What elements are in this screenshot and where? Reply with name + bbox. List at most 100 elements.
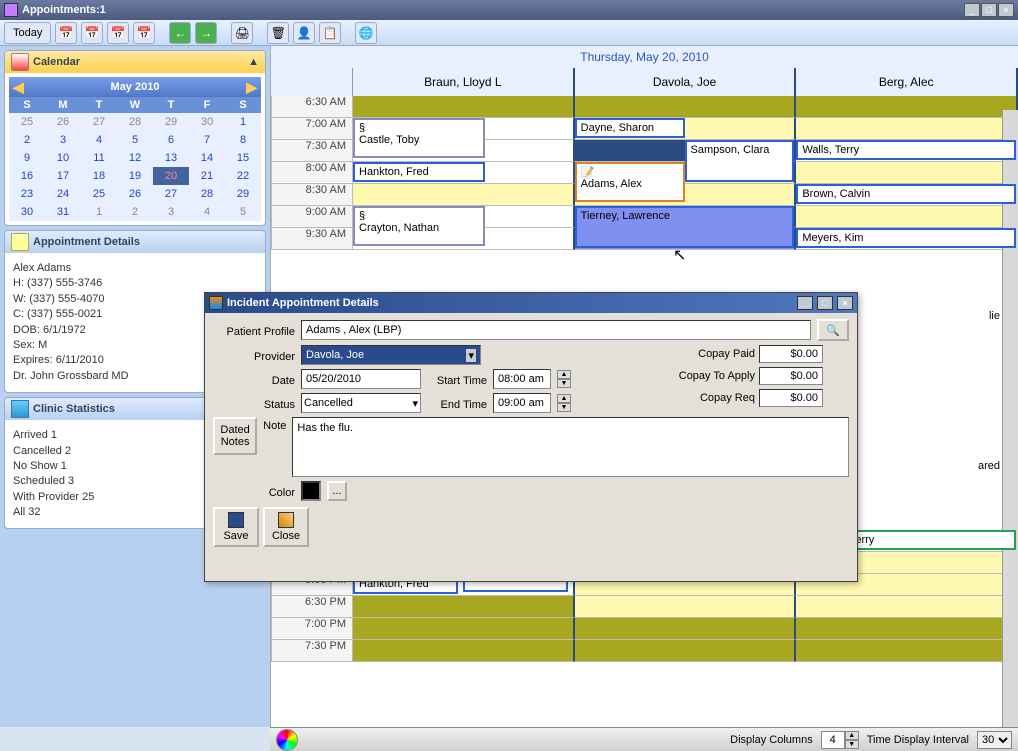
schedule-cell[interactable] <box>796 640 1018 662</box>
calendar-day[interactable]: 6 <box>153 131 189 149</box>
appointment-block[interactable]: Brown, Calvin <box>796 184 1016 204</box>
schedule-cell[interactable] <box>575 596 797 618</box>
schedule-cell[interactable] <box>575 640 797 662</box>
calendar-day[interactable]: 4 <box>81 131 117 149</box>
calendar-day[interactable]: 8 <box>225 131 261 149</box>
schedule-cell[interactable]: Tierney, Lawrence <box>575 206 797 228</box>
prev-month-button[interactable]: ◀ <box>13 79 24 96</box>
provider-column-header[interactable]: Braun, Lloyd L <box>353 68 575 96</box>
provider-select[interactable]: Davola, Joe▾ <box>301 345 481 365</box>
calendar-day[interactable]: 7 <box>189 131 225 149</box>
calendar-day[interactable]: 9 <box>9 149 45 167</box>
appointment-block[interactable]: 📝Adams, Alex <box>575 162 685 202</box>
calendar-day[interactable]: 31 <box>45 203 81 221</box>
calendar-day[interactable]: 30 <box>9 203 45 221</box>
copay-to-apply-field[interactable] <box>759 367 823 385</box>
status-select[interactable]: Cancelled▾ <box>301 393 421 413</box>
calendar-day[interactable]: 17 <box>45 167 81 185</box>
calendar-day[interactable]: 1 <box>81 203 117 221</box>
calendar-day[interactable]: 13 <box>153 149 189 167</box>
calendar-day[interactable]: 1 <box>225 113 261 131</box>
appointment-block[interactable]: §Crayton, Nathan <box>353 206 485 246</box>
calendar-day[interactable]: 28 <box>189 185 225 203</box>
view-workweek-button[interactable]: 📅 <box>81 22 103 44</box>
schedule-cell[interactable]: §Castle, Toby <box>353 118 575 140</box>
start-time-field[interactable] <box>493 369 551 389</box>
calendar-day[interactable]: 3 <box>45 131 81 149</box>
schedule-cell[interactable] <box>575 618 797 640</box>
calendar-day[interactable]: 27 <box>81 113 117 131</box>
next-month-button[interactable]: ▶ <box>246 79 257 96</box>
schedule-cell[interactable]: Sampson, Clara <box>575 140 797 162</box>
appointment-block[interactable]: Meyers, Kim <box>796 228 1016 248</box>
schedule-cell[interactable]: Meyers, Kim <box>796 228 1018 250</box>
patient-button[interactable]: 👤 <box>293 22 315 44</box>
date-field[interactable] <box>301 369 421 389</box>
print-button[interactable]: 🖨 <box>231 22 253 44</box>
collapse-calendar-button[interactable]: ▲ <box>248 56 259 68</box>
save-button[interactable]: Save <box>213 507 259 547</box>
calendar-day[interactable]: 28 <box>117 113 153 131</box>
calendar-day[interactable]: 4 <box>189 203 225 221</box>
view-month-button[interactable]: 📅 <box>133 22 155 44</box>
maximize-button[interactable]: □ <box>981 3 997 17</box>
schedule-cell[interactable]: §Crayton, Nathan <box>353 206 575 228</box>
calendar-day[interactable]: 14 <box>189 149 225 167</box>
schedule-cell[interactable]: Dayne, Sharon <box>575 118 797 140</box>
calendar-day[interactable]: 26 <box>117 185 153 203</box>
calendar-day[interactable]: 15 <box>225 149 261 167</box>
schedule-cell[interactable] <box>796 618 1018 640</box>
schedule-cell[interactable]: Hankton, Fred <box>353 162 575 184</box>
end-time-down-button[interactable]: ▼ <box>557 403 571 412</box>
display-columns-input[interactable] <box>821 731 845 749</box>
end-time-field[interactable] <box>493 393 551 413</box>
calendar-day[interactable]: 3 <box>153 203 189 221</box>
patient-profile-field[interactable] <box>301 320 811 340</box>
dialog-close-button[interactable]: × <box>837 296 853 310</box>
start-time-down-button[interactable]: ▼ <box>557 379 571 388</box>
appointment-block[interactable]: Hankton, Fred <box>353 162 485 182</box>
schedule-cell[interactable] <box>575 96 797 118</box>
calendar-day[interactable]: 29 <box>225 185 261 203</box>
appointment-block[interactable]: Tierney, Lawrence <box>575 206 795 248</box>
delete-button[interactable]: 🗑 <box>267 22 289 44</box>
calendar-day[interactable]: 5 <box>117 131 153 149</box>
copay-paid-field[interactable] <box>759 345 823 363</box>
end-time-up-button[interactable]: ▲ <box>557 394 571 403</box>
dialog-titlebar[interactable]: Incident Appointment Details _ □ × <box>205 293 857 313</box>
schedule-cell[interactable] <box>796 118 1018 140</box>
schedule-cell[interactable] <box>353 618 575 640</box>
calendar-day[interactable]: 25 <box>81 185 117 203</box>
appointment-block[interactable]: Dayne, Sharon <box>575 118 685 138</box>
view-week-button[interactable]: 📅 <box>107 22 129 44</box>
calendar-day[interactable]: 16 <box>9 167 45 185</box>
schedule-cell[interactable] <box>796 596 1018 618</box>
schedule-button[interactable]: 📋 <box>319 22 341 44</box>
patient-search-button[interactable]: 🔍 <box>817 319 849 341</box>
dated-notes-button[interactable]: Dated Notes <box>213 417 257 455</box>
dialog-minimize-button[interactable]: _ <box>797 296 813 310</box>
schedule-cell[interactable]: Brown, Calvin <box>796 184 1018 206</box>
color-picker-button[interactable] <box>276 729 298 751</box>
schedule-cell[interactable]: Walls, Terry <box>796 140 1018 162</box>
provider-column-header[interactable]: Berg, Alec <box>796 68 1018 96</box>
calendar-day[interactable]: 24 <box>45 185 81 203</box>
schedule-cell[interactable] <box>796 96 1018 118</box>
appointment-block[interactable]: Sampson, Clara <box>685 140 795 182</box>
calendar-day[interactable]: 19 <box>117 167 153 185</box>
calendar-day[interactable]: 27 <box>153 185 189 203</box>
copay-req-field[interactable] <box>759 389 823 407</box>
appointment-block[interactable]: Walls, Terry <box>796 140 1016 160</box>
calendar-day[interactable]: 11 <box>81 149 117 167</box>
schedule-cell[interactable] <box>353 640 575 662</box>
appointment-block[interactable]: §Castle, Toby <box>353 118 485 158</box>
details-panel-header[interactable]: Appointment Details <box>5 231 265 253</box>
calendar-day[interactable]: 5 <box>225 203 261 221</box>
calendar-day[interactable]: 22 <box>225 167 261 185</box>
provider-column-header[interactable]: Davola, Joe <box>575 68 797 96</box>
calendar-panel-header[interactable]: Calendar ▲ <box>5 51 265 73</box>
dialog-maximize-button[interactable]: □ <box>817 296 833 310</box>
spinner-up-button[interactable]: ▲ <box>845 731 859 740</box>
schedule-cell[interactable] <box>353 596 575 618</box>
calendar-day[interactable]: 10 <box>45 149 81 167</box>
